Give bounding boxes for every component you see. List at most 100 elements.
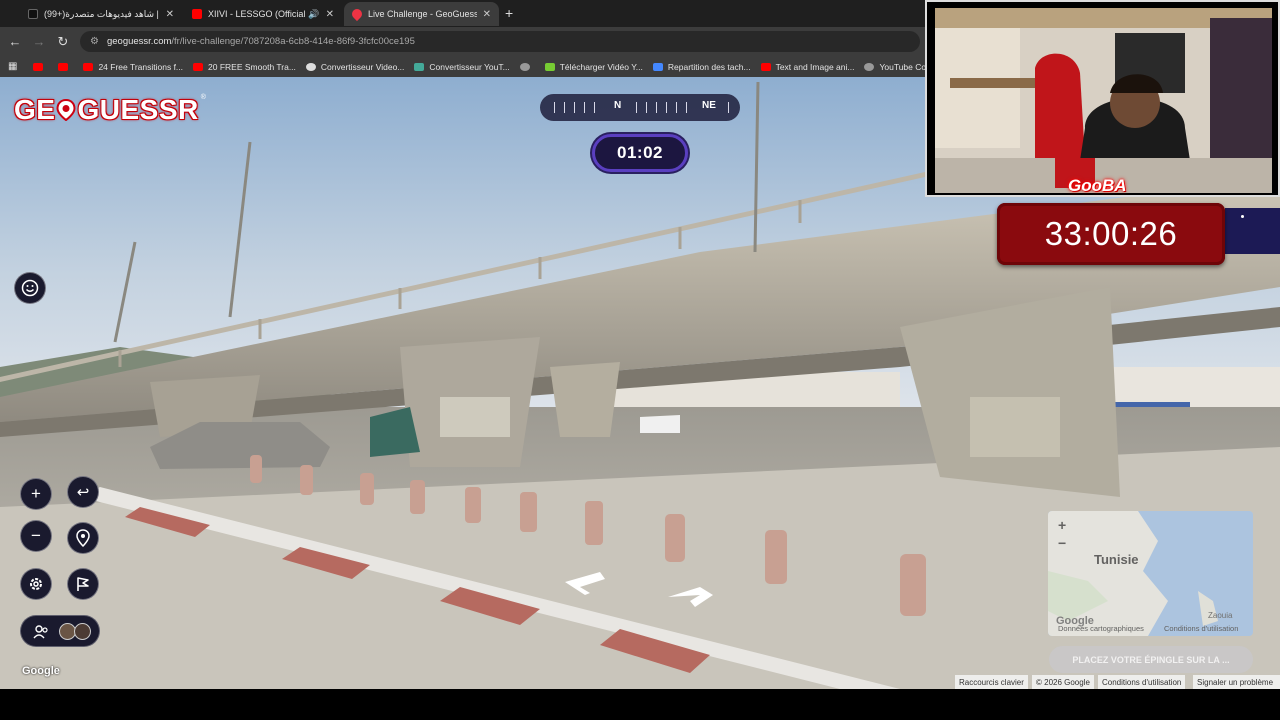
compass-tick <box>646 102 647 113</box>
timer-dot <box>1241 215 1244 218</box>
bookmark-item[interactable] <box>58 62 73 71</box>
undo-icon: ↩ <box>76 484 90 501</box>
youtube-icon <box>58 62 69 71</box>
youtube-icon <box>33 62 44 71</box>
compass-tick <box>554 102 555 113</box>
globe-icon <box>864 62 875 71</box>
close-icon[interactable]: ✕ <box>166 9 174 20</box>
compass-tick <box>728 102 729 113</box>
compass-northeast-label: NE <box>702 100 716 111</box>
map-town-label: Zaouia <box>1208 611 1233 620</box>
plus-icon: + <box>31 484 41 503</box>
players-button[interactable] <box>20 615 100 647</box>
browser-tab-geoguessr[interactable]: Live Challenge - GeoGuessr ✕ <box>344 2 499 26</box>
streamer-name: GooBA <box>1068 176 1127 195</box>
bookmark-item[interactable]: 24 Free Transitions f... <box>83 62 183 72</box>
browser-tab-bar: (99+)شاهد فيديوهات متصدرة | ✕ XIIVI - LE… <box>0 0 925 27</box>
bookmark-item[interactable]: Text and Image ani... <box>760 62 854 72</box>
reload-icon[interactable]: ↻ <box>55 34 71 50</box>
tiktok-icon <box>28 9 38 19</box>
zoom-in-button[interactable]: + <box>20 478 52 510</box>
url-host: geoguessr.com <box>106 36 172 47</box>
zoom-out-button[interactable]: − <box>20 520 52 552</box>
url-path: /fr/live-challenge/7087208a-6cb8-414e-86… <box>171 36 415 47</box>
map-zoom-in-button[interactable]: + <box>1058 517 1066 533</box>
bookmark-item[interactable] <box>33 62 48 71</box>
map-terms-link[interactable]: Conditions d'utilisation <box>1164 624 1238 633</box>
youtube-icon <box>760 62 771 71</box>
compass-tick <box>594 102 595 113</box>
bookmark-item[interactable]: Télécharger Vidéo Y... <box>544 62 643 72</box>
tab-title: Live Challenge - GeoGuessr <box>368 9 477 19</box>
registered-mark: ® <box>200 94 206 101</box>
forward-arrow-icon[interactable]: → <box>31 34 47 49</box>
report-problem-link[interactable]: Signaler un problème <box>1193 675 1280 689</box>
undo-move-button[interactable]: ↩ <box>67 476 99 508</box>
google-logo: Google <box>22 665 60 677</box>
compass-north-label: N <box>614 100 622 111</box>
browser-address-bar: ← → ↻ ⚙ geoguessr.com /fr/live-challenge… <box>0 27 925 56</box>
close-icon[interactable]: ✕ <box>326 9 334 20</box>
place-pin-button[interactable]: PLACEZ VOTRE ÉPINGLE SUR LA ... <box>1049 646 1253 673</box>
bookmark-item[interactable]: Convertisseur Video... <box>305 62 404 72</box>
apps-grid-icon[interactable]: ▦ <box>8 61 17 72</box>
docs-icon <box>652 62 663 71</box>
map-zoom-out-button[interactable]: − <box>1058 535 1066 551</box>
geoguessr-pin-icon <box>349 6 365 22</box>
globe-icon <box>519 62 530 71</box>
youtube-icon <box>193 62 204 71</box>
logo-text-left: GE <box>14 94 56 125</box>
bookmarks-bar: ▦ 24 Free Transitions f... 20 FREE Smoot… <box>0 56 959 77</box>
youtube-icon <box>83 62 94 71</box>
site-info-icon[interactable]: ⚙ <box>90 36 99 47</box>
geoguessr-logo[interactable]: GE GUESSR ® <box>14 94 206 126</box>
compass-tick <box>656 102 657 113</box>
compass-tick <box>564 102 565 113</box>
location-pin-icon <box>76 529 90 547</box>
compass-tick <box>636 102 637 113</box>
converter-icon <box>414 62 425 71</box>
compass-tick <box>666 102 667 113</box>
close-icon[interactable]: ✕ <box>483 9 491 20</box>
timer-accent <box>1225 208 1280 254</box>
guess-minimap[interactable]: + − Tunisie Zaouia Google Données cartog… <box>1048 511 1253 636</box>
url-field[interactable]: ⚙ geoguessr.com /fr/live-challenge/70872… <box>80 31 920 52</box>
round-timer-value: 01:02 <box>617 143 663 162</box>
bookmark-item[interactable]: 20 FREE Smooth Tra... <box>193 62 296 72</box>
users-icon <box>33 625 48 639</box>
bookmark-item[interactable]: Repartition des tach... <box>652 62 751 72</box>
chrome-icon <box>305 62 316 71</box>
webcam-feed <box>935 8 1272 193</box>
download-icon <box>544 62 555 71</box>
round-timer: 01:02 <box>592 134 688 172</box>
tab-title: (99+)شاهد فيديوهات متصدرة | <box>44 8 159 19</box>
bottom-black-bar <box>0 689 1280 720</box>
speaker-icon[interactable]: 🔊 <box>308 9 319 20</box>
screen: (99+)شاهد فيديوهات متصدرة | ✕ XIIVI - LE… <box>0 0 1280 720</box>
webcam-overlay <box>925 0 1280 197</box>
compass: N NE <box>540 94 740 121</box>
bookmark-item[interactable] <box>519 62 535 71</box>
minus-icon: − <box>31 526 41 545</box>
return-to-start-button[interactable] <box>67 522 99 554</box>
avatar <box>74 623 91 640</box>
settings-button[interactable] <box>20 568 52 600</box>
flag-button[interactable] <box>67 568 99 600</box>
back-arrow-icon[interactable]: ← <box>7 34 23 49</box>
emote-button[interactable] <box>14 272 46 304</box>
keyboard-shortcuts-link[interactable]: Raccourcis clavier <box>955 675 1028 689</box>
map-attribution[interactable]: Données cartographiques <box>1058 624 1144 633</box>
gear-icon <box>30 578 42 590</box>
new-tab-button[interactable]: + <box>505 5 513 21</box>
map-country-label: Tunisie <box>1094 552 1139 567</box>
compass-tick <box>686 102 687 113</box>
challenge-timer: 33:00:26 <box>997 203 1225 265</box>
tab-title: XIIVI - LESSGO (Official Mu <box>208 9 306 19</box>
terms-link[interactable]: Conditions d'utilisation <box>1098 675 1186 689</box>
browser-tab-tiktok[interactable]: (99+)شاهد فيديوهات متصدرة | ✕ <box>20 2 182 26</box>
copyright-text: © 2026 Google <box>1032 675 1094 689</box>
bookmark-item[interactable]: Convertisseur YouT... <box>414 62 510 72</box>
browser-tab-youtube[interactable]: XIIVI - LESSGO (Official Mu 🔊 ✕ <box>184 2 342 26</box>
flag-icon <box>77 577 89 591</box>
map-pin-icon <box>56 99 76 121</box>
